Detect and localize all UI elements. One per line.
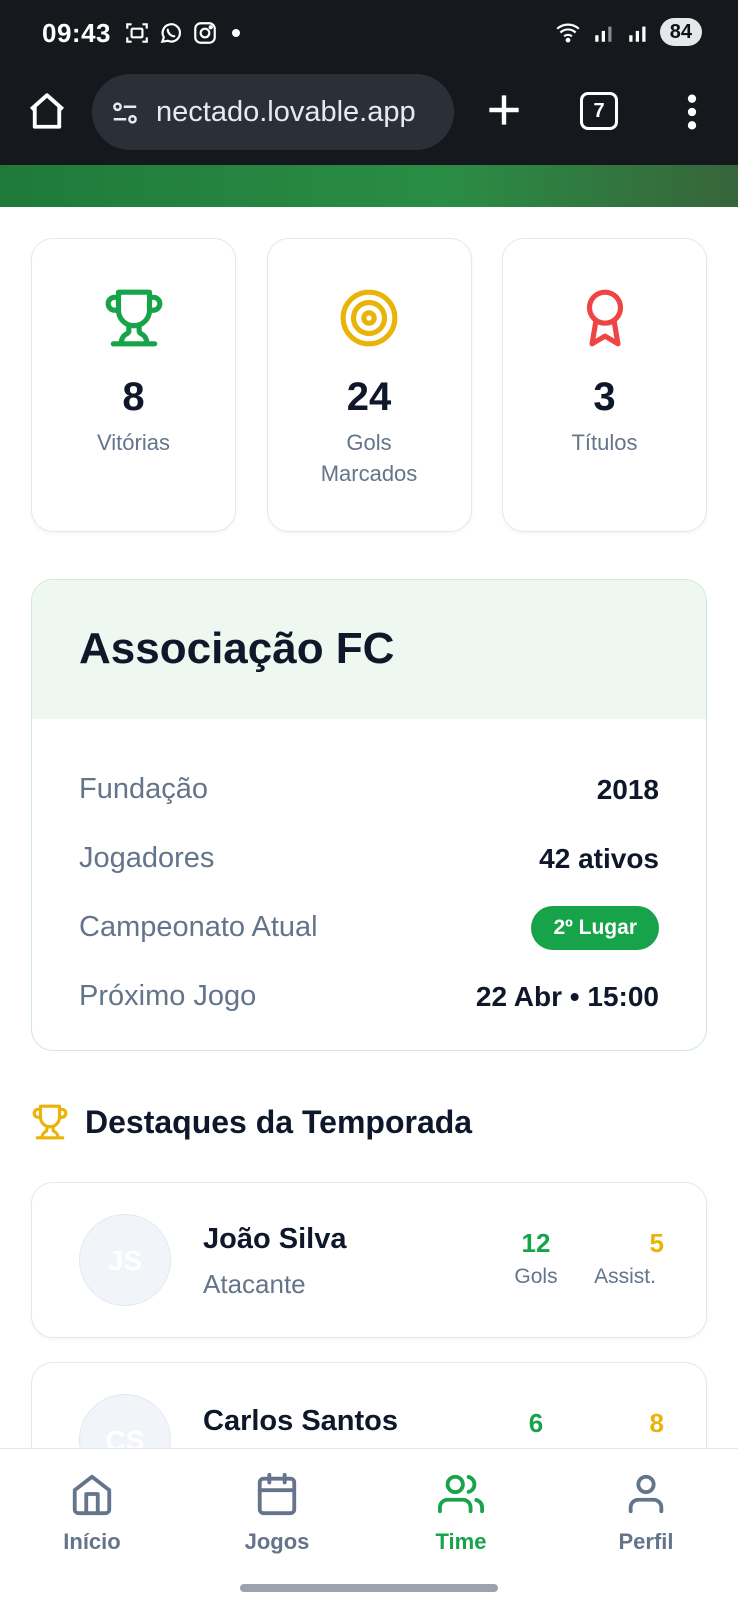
url-text[interactable]: nectado.lovable.app (156, 96, 416, 129)
address-bar[interactable]: nectado.lovable.app (92, 74, 454, 150)
nav-label: Início (63, 1529, 121, 1554)
info-row-foundation: Fundação 2018 (79, 755, 659, 824)
goals-value: 12 (521, 1228, 551, 1258)
notification-icons (124, 20, 240, 46)
stat-card-goals: 24 Gols Marcados (266, 238, 472, 532)
section-title: Destaques da Temporada (85, 1103, 473, 1140)
user-icon (628, 1474, 664, 1514)
player-assists: 5 Assist. (580, 1227, 670, 1289)
screenshot-icon (126, 23, 148, 43)
info-label: Próximo Jogo (79, 980, 257, 1012)
stat-value: 3 (593, 375, 616, 419)
gesture-bar[interactable] (240, 1584, 498, 1592)
rank-badge: 2º Lugar (531, 905, 659, 950)
info-row-next-match: Próximo Jogo 22 Abr • 15:00 (79, 962, 659, 1031)
nav-label: Perfil (618, 1529, 674, 1554)
nav-label: Time (435, 1529, 487, 1554)
info-row-championship: Campeonato Atual 2º Lugar (79, 893, 659, 962)
info-row-players: Jogadores 42 ativos (79, 824, 659, 893)
tab-switcher-button[interactable]: 7 (580, 92, 618, 130)
stat-card-victories: 8 Vitórias (31, 238, 236, 532)
browser-chrome: 09:43 84 nectado.lovable.app 7 (0, 0, 738, 165)
info-value: 22 Abr • 15:00 (475, 980, 659, 1012)
header-banner (0, 165, 738, 207)
nav-label: Jogos (244, 1529, 310, 1554)
stat-label: Vitórias (97, 430, 170, 455)
player-name: João Silva (203, 1223, 347, 1255)
stats-grid: 8 Vitórias 24 Gols Marcados 3 Títulos (31, 238, 707, 532)
player-goals: 12 Gols (501, 1227, 571, 1289)
more-notifications-dot (232, 29, 240, 37)
stat-card-titles: 3 Títulos (502, 238, 707, 532)
avatar: JS (79, 1214, 171, 1306)
assists-value: 5 (649, 1228, 664, 1258)
player-position: Atacante (203, 1269, 306, 1299)
new-tab-icon[interactable] (482, 88, 526, 132)
player-assists: 8 (580, 1407, 670, 1439)
target-icon (340, 289, 398, 347)
stat-label: Títulos (571, 430, 638, 455)
more-menu-icon[interactable] (680, 92, 704, 132)
battery-indicator: 84 (659, 18, 702, 46)
system-status: 84 (552, 18, 702, 46)
stat-label: Gols Marcados (320, 430, 418, 486)
calendar-icon (257, 1472, 297, 1516)
clock: 09:43 (42, 18, 111, 48)
highlights-header: Destaques da Temporada (31, 1102, 472, 1142)
nav-item-time[interactable]: Time (396, 1471, 526, 1555)
site-settings-icon[interactable] (110, 98, 140, 128)
team-details: Fundação 2018 Jogadores 42 ativos Campeo… (32, 719, 706, 1031)
info-label: Fundação (79, 773, 208, 805)
medal-icon (586, 289, 623, 347)
whatsapp-icon (160, 23, 181, 44)
app-screen: 09:43 84 nectado.lovable.app 7 8 Vitória… (0, 0, 738, 1600)
signal-icon (595, 26, 612, 42)
goals-label: Gols (514, 1265, 558, 1288)
player-card[interactable]: JS João Silva Atacante 12 Gols 5 Assist. (31, 1182, 707, 1338)
instagram-icon (194, 22, 216, 44)
wifi-icon (556, 23, 580, 43)
info-label: Jogadores (79, 842, 215, 874)
home-icon (72, 1474, 112, 1516)
stat-value: 24 (346, 375, 392, 419)
users-icon (438, 1474, 484, 1514)
nav-item-inicio[interactable]: Início (27, 1471, 157, 1555)
trophy-icon (32, 1104, 68, 1140)
info-value: 2018 (596, 773, 659, 805)
assists-value: 8 (649, 1408, 664, 1438)
player-goals: 6 (501, 1407, 571, 1439)
team-name: Associação FC (79, 624, 395, 673)
browser-toolbar: nectado.lovable.app 7 (0, 70, 738, 154)
nav-item-perfil[interactable]: Perfil (581, 1471, 711, 1555)
assists-label: Assist. (594, 1265, 656, 1288)
team-info-card: Associação FC Fundação 2018 Jogadores 42… (31, 579, 707, 1051)
trophy-icon (105, 289, 162, 347)
bottom-nav: Início Jogos Time Perfil (0, 1448, 738, 1600)
team-card-header: Associação FC (32, 580, 706, 719)
info-value: 42 ativos (539, 842, 659, 874)
goals-value: 6 (528, 1408, 544, 1438)
nav-item-jogos[interactable]: Jogos (212, 1471, 342, 1555)
info-label: Campeonato Atual (79, 911, 318, 943)
player-name: Carlos Santos (203, 1405, 398, 1437)
home-icon[interactable] (26, 90, 68, 132)
status-bar: 09:43 84 (0, 0, 738, 64)
stat-value: 8 (122, 375, 145, 419)
signal-icon (629, 26, 646, 42)
